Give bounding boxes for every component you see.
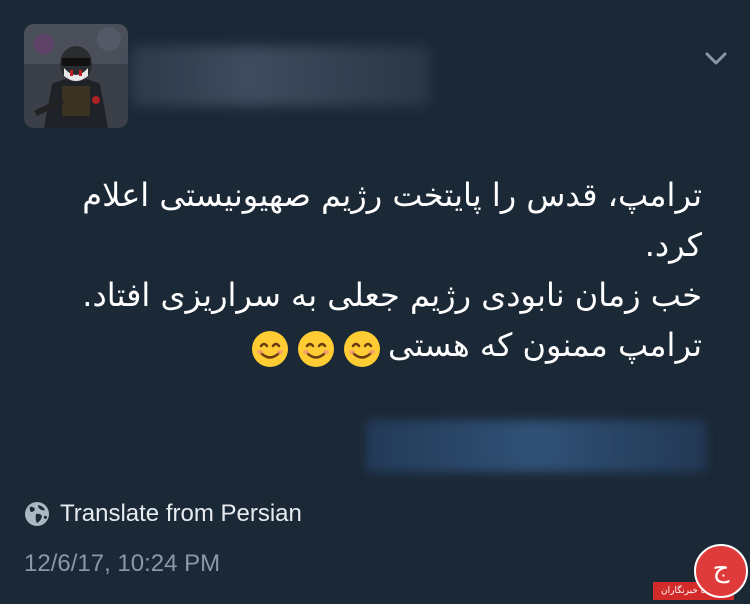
tweet-line: کرد. xyxy=(644,226,702,264)
chevron-down-icon[interactable] xyxy=(704,48,728,68)
globe-icon xyxy=(25,502,49,526)
tweet-line: خب زمان نابودی رژیم جعلی به سراریزی افتا… xyxy=(82,276,702,314)
blurred-username xyxy=(130,46,430,106)
emoji-group xyxy=(244,322,382,372)
tweet-line: ترامپ، قدس را پایتخت رژیم صهیونیستی اعلا… xyxy=(82,176,702,214)
translate-button[interactable]: Translate from Persian xyxy=(24,498,302,530)
tweet-line-text: ترامپ ممنون که هستی xyxy=(388,326,702,364)
smiling-face-emoji-icon xyxy=(298,331,334,367)
blurred-link[interactable] xyxy=(366,420,706,472)
avatar[interactable] xyxy=(24,24,128,128)
tweet-card: ترامپ، قدس را پایتخت رژیم صهیونیستی اعلا… xyxy=(0,0,750,604)
smiling-face-emoji-icon xyxy=(344,331,380,367)
watermark-logo-icon: ج xyxy=(694,544,748,598)
smiling-face-emoji-icon xyxy=(252,331,288,367)
tweet-text: ترامپ، قدس را پایتخت رژیم صهیونیستی اعلا… xyxy=(20,170,702,372)
tweet-line: ترامپ ممنون که هستی xyxy=(20,320,702,372)
tweet-timestamp: 12/6/17, 10:24 PM xyxy=(24,550,221,577)
translate-label: Translate from Persian xyxy=(60,500,302,527)
avatar-image xyxy=(24,24,128,128)
watermark-logo: باشگاه خبرنگاران ج xyxy=(610,544,750,604)
